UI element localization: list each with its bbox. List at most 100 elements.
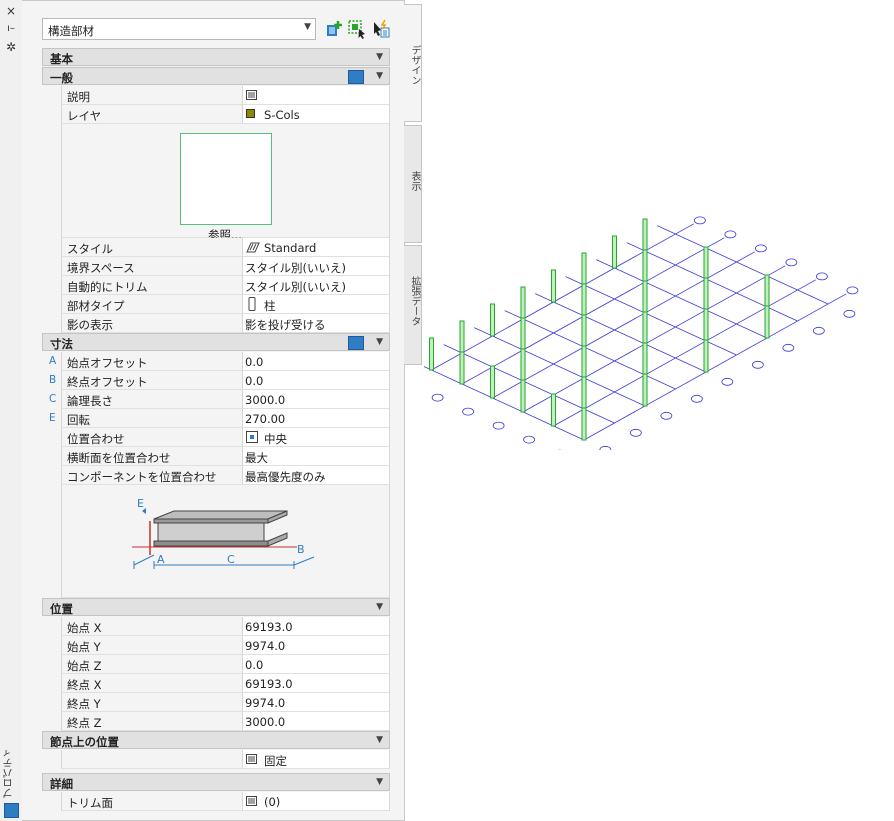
structural-column[interactable] [642,249,648,283]
structural-column[interactable] [642,373,648,407]
quick-pick-icon[interactable] [348,336,364,350]
category-basic[interactable]: 基本 ▼ [42,48,390,66]
row-start-z[interactable]: 始点 Z 0.0 [42,655,390,674]
row-justify[interactable]: 位置合わせ 中央 [42,428,390,447]
properties-palette: 構造部材 ▼ 基本 ▼ 一般 ▼ 説明 レイヤ S-Cols 参照... スタイ… [22,0,405,821]
chevron-down-icon[interactable]: ▼ [376,52,383,62]
grid-bubble [843,309,856,318]
tab-design[interactable]: デザイン [404,4,422,122]
quick-pick-icon[interactable] [348,70,364,84]
category-node-location[interactable]: 節点上の位置 ▼ [42,731,390,749]
grid-bubble [629,428,642,437]
auto-hide-icon[interactable]: ı– [3,22,19,36]
structural-column[interactable] [581,283,587,317]
structural-column[interactable] [642,311,648,345]
palette-title: プロパティ [4,748,15,798]
structural-column[interactable] [459,351,465,385]
category-details[interactable]: 詳細 ▼ [42,773,390,791]
row-start-x[interactable]: 始点 X 69193.0 [42,617,390,636]
grid-bubble [846,286,859,295]
structural-column[interactable] [490,365,495,399]
row-justify-components[interactable]: コンポーネントを位置合わせ 最高優先度のみ [42,466,390,485]
row-justify-cross-section[interactable]: 横断面を位置合わせ 最大 [42,447,390,466]
structural-column[interactable] [703,308,709,342]
chevron-down-icon[interactable]: ▼ [376,337,383,347]
row-end-y[interactable]: 終点 Y 9974.0 [42,693,390,712]
row-end-x[interactable]: 終点 X 69193.0 [42,674,390,693]
chevron-down-icon[interactable]: ▼ [376,71,383,81]
grid-bubble [812,326,825,335]
member-style-icon [246,242,260,253]
row-shadow[interactable]: 影の表示 影を投げ受ける [42,314,390,333]
grid-bubble [431,393,444,402]
structural-column[interactable] [642,280,648,314]
grid-bubble [660,411,673,420]
row-style[interactable]: スタイル Standard [42,238,390,257]
row-start-offset[interactable]: A 始点オフセット 0.0 [42,352,390,371]
model-view[interactable] [424,145,894,450]
close-icon[interactable]: × [3,4,19,18]
structural-column[interactable] [429,337,434,371]
row-logical-length[interactable]: C 論理長さ 3000.0 [42,390,390,409]
structural-column[interactable] [581,252,587,286]
worksheet-icon[interactable] [246,90,257,100]
structural-column[interactable] [581,314,587,348]
structural-column[interactable] [581,407,587,441]
chevron-down-icon[interactable]: ▼ [376,735,383,745]
grid-line [424,366,585,441]
quick-select-icon[interactable] [347,19,367,39]
structural-column[interactable] [520,286,526,320]
structural-column[interactable] [703,277,709,311]
row-boundary-space[interactable]: 境界スペース スタイル別(いいえ) [42,257,390,276]
chevron-down-icon[interactable]: ▼ [376,777,383,787]
grid-bubble [815,272,828,281]
grid-bubble [721,377,734,386]
worksheet-icon[interactable] [246,754,257,764]
diagram-label-b: B [297,543,305,556]
row-end-offset[interactable]: B 終点オフセット 0.0 [42,371,390,390]
structural-column[interactable] [520,379,526,413]
row-node-anchor[interactable]: 固定 [42,750,390,769]
row-member-type[interactable]: 部材タイプ 柱 [42,295,390,314]
structural-column[interactable] [490,303,495,337]
row-trim-planes[interactable]: トリム面 (0) [42,792,390,811]
structural-column[interactable] [764,305,770,339]
structural-column[interactable] [581,345,587,379]
layer-color-swatch [246,109,255,118]
structural-column[interactable] [703,246,709,280]
structural-column[interactable] [703,339,709,373]
structural-column[interactable] [764,274,770,308]
diagram-label-a: A [157,553,165,566]
structural-column[interactable] [459,320,465,354]
category-location[interactable]: 位置 ▼ [42,598,390,616]
structural-column[interactable] [551,393,556,427]
select-objects-icon[interactable] [371,19,391,39]
category-general[interactable]: 一般 ▼ [42,67,390,85]
structural-column[interactable] [642,218,648,252]
tab-extended-data[interactable]: 拡張データ [404,245,422,365]
chevron-down-icon[interactable]: ▼ [376,602,383,612]
row-rotation[interactable]: E 回転 270.00 [42,409,390,428]
tab-display[interactable]: 表示 [404,125,422,243]
category-dimensions[interactable]: 寸法 ▼ [42,333,390,351]
diagram-label-c: C [227,553,235,566]
row-end-z[interactable]: 終点 Z 3000.0 [42,712,390,731]
row-layer[interactable]: レイヤ S-Cols [42,105,390,124]
row-auto-trim[interactable]: 自動的にトリム スタイル別(いいえ) [42,276,390,295]
grid-bubble [785,258,798,267]
row-start-y[interactable]: 始点 Y 9974.0 [42,636,390,655]
structural-column[interactable] [520,317,526,351]
row-description[interactable]: 説明 [42,86,390,105]
structural-column[interactable] [612,235,617,269]
structural-column[interactable] [581,376,587,410]
column-icon [248,297,256,311]
object-type-dropdown[interactable]: 構造部材 ▼ [42,18,316,40]
worksheet-icon[interactable] [246,796,257,806]
settings-icon[interactable]: ✲ [3,40,19,54]
structural-column[interactable] [520,348,526,382]
structural-column[interactable] [642,342,648,376]
structural-column[interactable] [551,269,556,303]
properties-icon[interactable] [4,803,19,818]
style-preview: 参照... [61,124,390,242]
add-selection-icon[interactable] [324,19,344,39]
